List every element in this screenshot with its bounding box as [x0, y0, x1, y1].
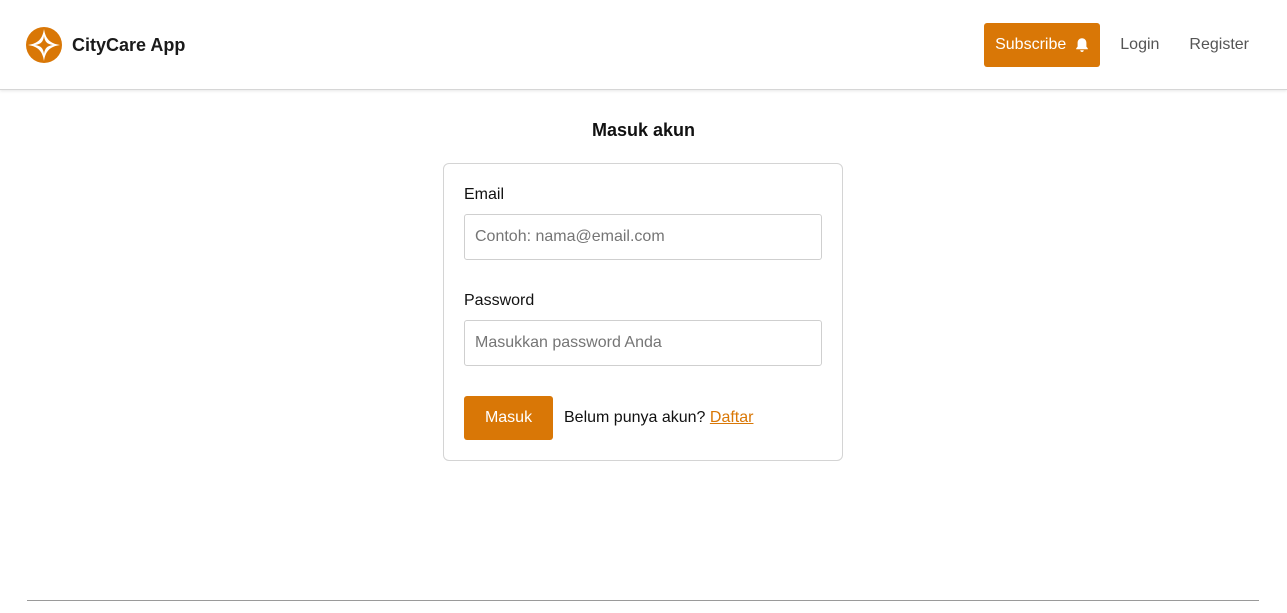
subscribe-button[interactable]: Subscribe [984, 23, 1101, 67]
email-label: Email [464, 186, 505, 203]
app-header: CityCare App Subscribe Login Register [0, 0, 1287, 90]
password-input[interactable] [464, 320, 822, 366]
page-title: Masuk akun [591, 120, 696, 140]
nav-register-link[interactable]: Register [1189, 36, 1249, 54]
bell-icon [1076, 38, 1089, 52]
brand-name: CityCare App [72, 34, 186, 55]
footer-divider [27, 600, 1259, 601]
top-nav: Subscribe Login Register [984, 23, 1249, 67]
compass-star-icon [26, 27, 62, 63]
login-submit-button[interactable]: Masuk [464, 396, 553, 440]
login-form: Email Password Masuk Belum punya akun? D… [443, 163, 843, 461]
password-label: Password [464, 292, 535, 309]
nav-login-link[interactable]: Login [1120, 36, 1159, 54]
register-prompt-text: Belum punya akun? [564, 409, 706, 426]
register-prompt-row: Belum punya akun? Daftar [564, 409, 753, 427]
brand[interactable]: CityCare App [26, 27, 185, 63]
register-link[interactable]: Daftar [710, 409, 754, 426]
subscribe-label: Subscribe [995, 36, 1067, 53]
email-input[interactable] [464, 214, 822, 260]
